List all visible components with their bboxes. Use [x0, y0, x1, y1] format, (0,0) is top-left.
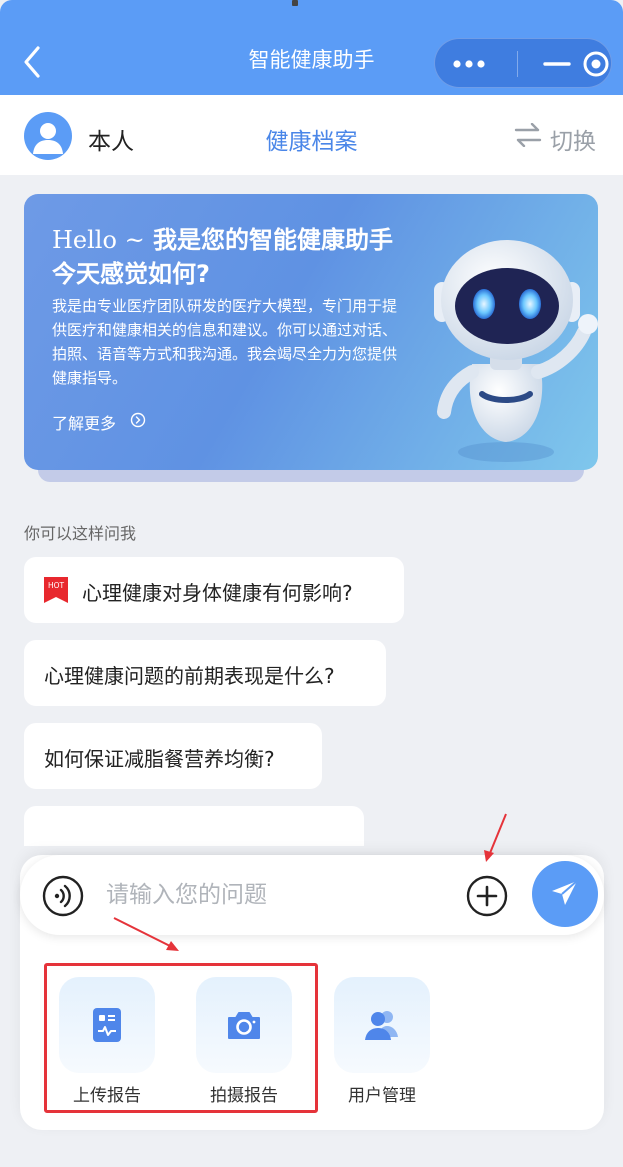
suggestion-card-1[interactable]: HOT 心理健康对身体健康有何影响? — [24, 557, 404, 623]
question-input-bar — [20, 855, 604, 935]
user-management-label: 用户管理 — [348, 1086, 416, 1106]
switch-button[interactable]: 切换 — [550, 122, 596, 156]
banner-subtitle: 今天感觉如何? — [52, 260, 210, 288]
top-marker — [292, 0, 298, 6]
voice-icon[interactable] — [42, 875, 84, 917]
suggestion-label: 你可以这样问我 — [24, 524, 137, 543]
user-management-tile — [334, 977, 430, 1073]
user-management-button[interactable]: 用户管理 — [334, 977, 430, 1106]
learn-more-link[interactable]: 了解更多 — [52, 410, 116, 434]
suggestion-text: 心理健康对身体健康有何影响? — [82, 581, 353, 605]
annotation-arrow-icon — [113, 917, 179, 951]
banner-description: 我是由专业医疗团队研发的医疗大模型，专门用于提供医疗和健康相关的信息和建议。你可… — [52, 297, 398, 387]
hot-badge-icon: HOT — [44, 577, 68, 603]
robot-illustration — [434, 240, 598, 462]
hot-badge-text: HOT — [48, 581, 65, 590]
greeting-rest: 我是您的智能健康助手 — [153, 226, 394, 254]
intro-banner: Hello ~ 我是您的智能健康助手 今天感觉如何? 我是由专业医疗团队研发的医… — [24, 194, 598, 470]
minimize-icon[interactable] — [535, 53, 579, 75]
mini-program-capsule — [434, 38, 612, 88]
suggestion-card-2[interactable]: 心理健康问题的前期表现是什么? — [24, 640, 386, 706]
capsule-divider — [517, 51, 518, 77]
greeting-prefix: Hello ~ — [52, 226, 145, 254]
suggestion-card-3[interactable]: 如何保证减脂餐营养均衡? — [24, 723, 322, 789]
question-input[interactable] — [106, 875, 436, 915]
swap-arrows-icon[interactable] — [514, 123, 542, 147]
suggestion-text: 如何保证减脂餐营养均衡? — [44, 747, 275, 771]
banner-greeting: Hello ~ 我是您的智能健康助手 — [52, 220, 393, 255]
title-bar: 智能健康助手 — [0, 0, 623, 95]
send-button[interactable] — [532, 861, 598, 927]
users-icon — [365, 1011, 398, 1040]
close-target-icon[interactable] — [581, 49, 611, 79]
suggestion-card-4-partial[interactable] — [24, 806, 364, 846]
paper-plane-icon — [552, 880, 578, 905]
annotation-highlight-box — [44, 963, 318, 1113]
more-dots-icon[interactable] — [449, 54, 489, 74]
annotation-arrow-icon — [484, 813, 507, 862]
suggestion-text: 心理健康问题的前期表现是什么? — [44, 664, 335, 688]
user-bar: 本人 健康档案 切换 — [0, 95, 623, 175]
plus-circle-icon[interactable] — [466, 875, 508, 917]
chevron-circle-right-icon[interactable] — [130, 412, 146, 428]
